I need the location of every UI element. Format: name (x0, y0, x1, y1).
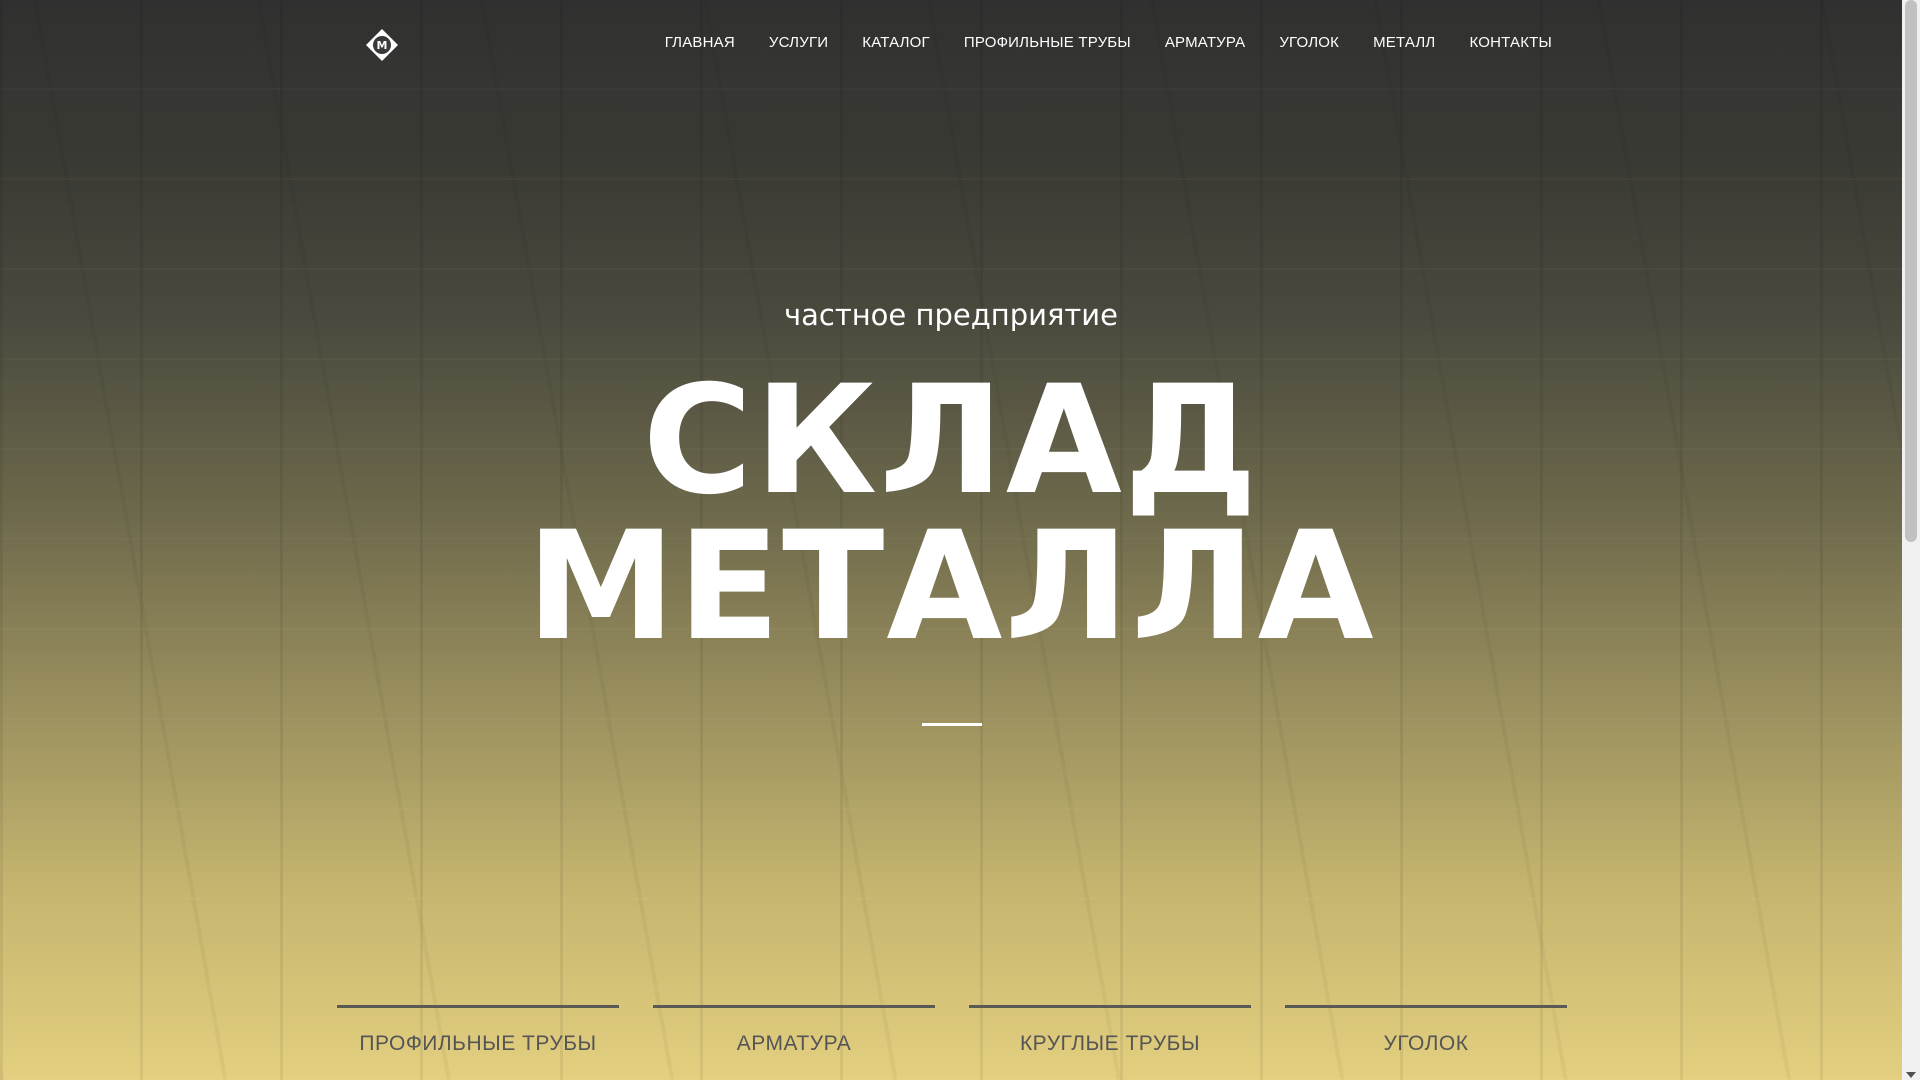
category-profile-pipes[interactable]: ПРОФИЛЬНЫЕ ТРУБЫ (337, 1005, 619, 1056)
category-angle[interactable]: УГОЛОК (1285, 1005, 1567, 1056)
svg-text:M: M (377, 39, 388, 52)
hero-subtitle: частное предприятие (783, 298, 1118, 332)
nav-item-angle[interactable]: УГОЛОК (1279, 34, 1339, 51)
nav-item-catalog[interactable]: КАТАЛОГ (862, 34, 930, 51)
hero-divider (922, 723, 982, 726)
category-round-pipes[interactable]: КРУГЛЫЕ ТРУБЫ (969, 1005, 1251, 1056)
nav-item-rebar[interactable]: АРМАТУРА (1165, 34, 1245, 51)
site-header: M ГЛАВНАЯ УСЛУГИ КАТАЛОГ ПРОФИЛЬНЫЕ ТРУБ… (0, 0, 1902, 90)
nav-item-services[interactable]: УСЛУГИ (769, 34, 828, 51)
scrollbar-thumb[interactable] (1905, 0, 1917, 542)
logo-m-diamond-icon[interactable]: M (365, 28, 399, 62)
hero-title: СКЛАД МЕТАЛЛА (0, 366, 1902, 662)
scroll-down-arrow-icon[interactable] (1906, 1072, 1916, 1078)
nav-item-contacts[interactable]: КОНТАКТЫ (1469, 34, 1552, 51)
nav-item-metal[interactable]: МЕТАЛЛ (1373, 34, 1435, 51)
nav-item-home[interactable]: ГЛАВНАЯ (665, 34, 735, 51)
category-tabs: ПРОФИЛЬНЫЕ ТРУБЫ АРМАТУРА КРУГЛЫЕ ТРУБЫ … (337, 1005, 1567, 1056)
page: M ГЛАВНАЯ УСЛУГИ КАТАЛОГ ПРОФИЛЬНЫЕ ТРУБ… (0, 0, 1920, 1080)
main-nav: ГЛАВНАЯ УСЛУГИ КАТАЛОГ ПРОФИЛЬНЫЕ ТРУБЫ … (631, 34, 1552, 51)
category-rebar[interactable]: АРМАТУРА (653, 1005, 935, 1056)
nav-item-profile-pipes[interactable]: ПРОФИЛЬНЫЕ ТРУБЫ (964, 34, 1131, 51)
hero-title-line2: МЕТАЛЛА (526, 500, 1376, 674)
page-scrollbar[interactable] (1902, 0, 1920, 1080)
